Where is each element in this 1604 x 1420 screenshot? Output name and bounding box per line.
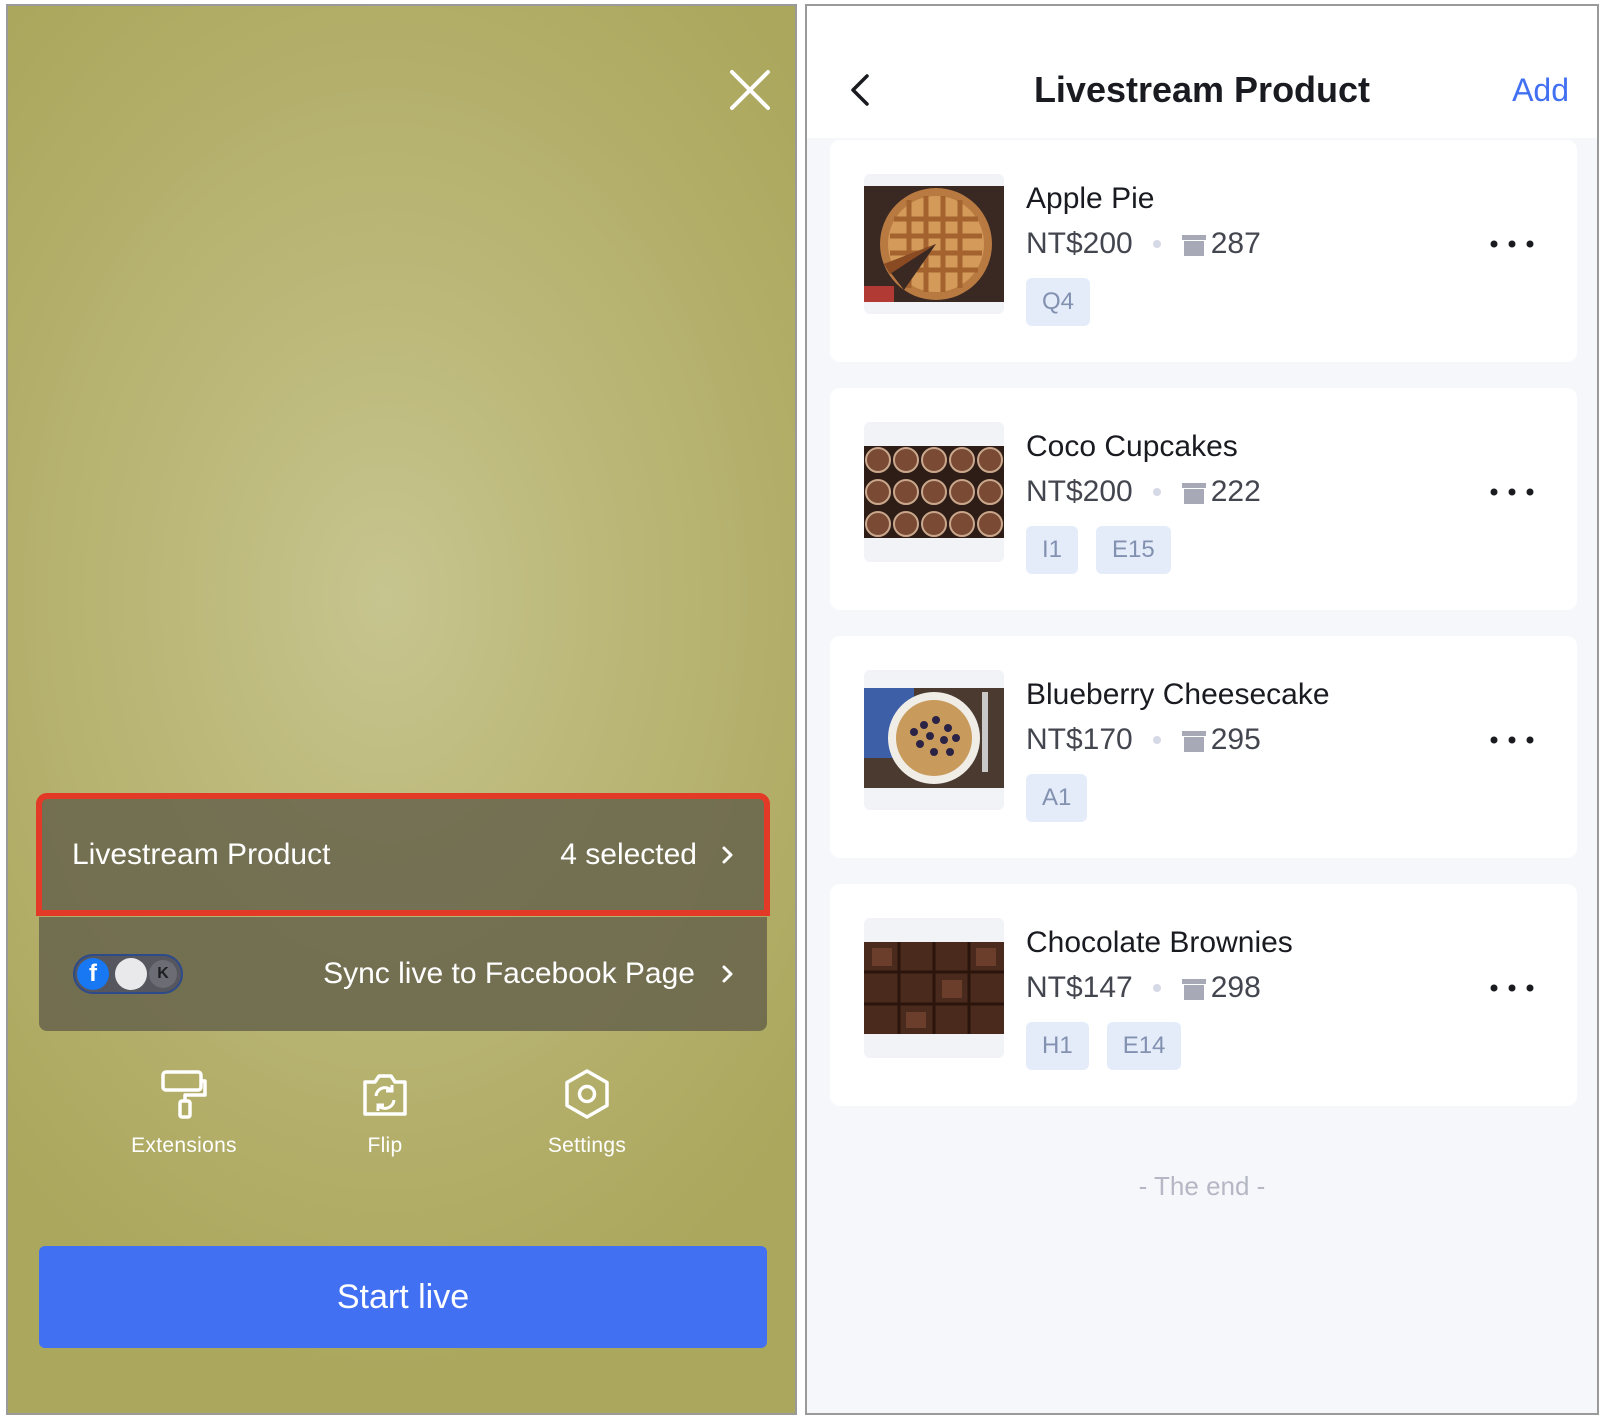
more-horizontal-icon <box>1490 736 1534 744</box>
product-tag: A1 <box>1026 774 1088 822</box>
stock-box-icon <box>1181 979 1206 1000</box>
product-tag: Q4 <box>1026 278 1091 326</box>
product-card[interactable]: Apple Pie NT$200 287 Q4 <box>830 140 1577 362</box>
product-tag: E14 <box>1106 1022 1182 1070</box>
add-button[interactable]: Add <box>1512 72 1569 109</box>
more-horizontal-icon <box>1490 488 1534 496</box>
chocolate-brownies-image <box>864 942 1004 1034</box>
product-thumbnail <box>864 918 1004 1058</box>
more-options-button[interactable] <box>1487 976 1537 1000</box>
product-stock: 298 <box>1210 971 1261 1004</box>
facebook-icon: f <box>77 958 109 990</box>
separator-dot <box>1152 736 1161 744</box>
product-tag: E15 <box>1096 526 1171 574</box>
separator-dot <box>1152 488 1161 496</box>
settings-button[interactable]: Settings <box>507 1068 667 1158</box>
apple-pie-image <box>864 186 1004 302</box>
page-title: Livestream Product <box>1033 69 1371 110</box>
hexagon-settings-icon <box>565 1069 609 1119</box>
extensions-button[interactable]: Extensions <box>104 1068 264 1158</box>
product-name: Apple Pie <box>1026 182 1155 215</box>
product-stock: 295 <box>1210 723 1261 756</box>
sync-facebook-label: Sync live to Facebook Page <box>323 957 695 990</box>
product-stock: 287 <box>1210 227 1261 260</box>
flip-label: Flip <box>367 1134 403 1157</box>
product-stock: 222 <box>1210 475 1261 508</box>
product-name: Coco Cupcakes <box>1026 430 1238 463</box>
more-horizontal-icon <box>1490 240 1534 248</box>
product-card[interactable]: Coco Cupcakes NT$200 222 I1 E15 <box>830 388 1577 610</box>
livestream-product-label: Livestream Product <box>72 837 331 871</box>
price-stock-line: NT$200 222 <box>1026 475 1261 509</box>
end-of-list-text: - The end - <box>1138 1171 1266 1201</box>
coco-cupcakes-image <box>864 446 1004 538</box>
toggle-k-badge: K <box>149 960 177 988</box>
product-tags: H1 E14 <box>1026 1022 1199 1070</box>
price-stock-line: NT$200 287 <box>1026 227 1261 261</box>
more-options-button[interactable] <box>1487 480 1537 504</box>
close-button[interactable] <box>726 66 774 114</box>
sync-facebook-row[interactable]: f K Sync live to Facebook Page <box>39 917 767 1031</box>
more-options-button[interactable] <box>1487 728 1537 752</box>
paint-roller-icon <box>161 1070 207 1119</box>
price-stock-line: NT$170 295 <box>1026 723 1261 757</box>
price-stock-line: NT$147 298 <box>1026 971 1261 1005</box>
product-tags: A1 <box>1026 774 1105 822</box>
toggle-knob <box>115 958 147 990</box>
chevron-right-icon <box>722 965 733 983</box>
live-setup-screen: Livestream Product 4 selected f K Sync l… <box>6 4 797 1415</box>
product-thumbnail <box>864 670 1004 810</box>
stock-box-icon <box>1181 731 1206 752</box>
settings-label: Settings <box>547 1134 627 1157</box>
blueberry-cheesecake-image <box>864 688 1004 788</box>
product-tag: H1 <box>1026 1022 1089 1070</box>
product-price: NT$200 <box>1026 227 1133 260</box>
close-icon <box>730 70 770 110</box>
product-card[interactable]: Chocolate Brownies NT$147 298 H1 E14 <box>830 884 1577 1106</box>
livestream-product-row[interactable]: Livestream Product 4 selected <box>36 793 770 916</box>
start-live-button[interactable]: Start live <box>39 1246 767 1348</box>
chevron-right-icon <box>722 846 733 863</box>
product-price: NT$147 <box>1026 971 1133 1004</box>
product-name: Chocolate Brownies <box>1026 926 1293 959</box>
product-tags: I1 E15 <box>1026 526 1189 574</box>
product-price: NT$170 <box>1026 723 1133 756</box>
product-name: Blueberry Cheesecake <box>1026 678 1330 711</box>
stock-box-icon <box>1181 235 1206 256</box>
product-price: NT$200 <box>1026 475 1133 508</box>
separator-dot <box>1152 984 1161 992</box>
product-tags: Q4 <box>1026 278 1108 326</box>
product-card[interactable]: Blueberry Cheesecake NT$170 295 A1 <box>830 636 1577 858</box>
product-thumbnail <box>864 174 1004 314</box>
flip-button[interactable]: Flip <box>305 1068 465 1158</box>
header: Livestream Product Add <box>807 6 1597 138</box>
extensions-label: Extensions <box>131 1134 237 1157</box>
tool-bar: Extensions Flip Settings <box>8 1068 795 1178</box>
separator-dot <box>1152 240 1161 248</box>
camera-flip-icon <box>363 1074 407 1116</box>
facebook-sync-toggle[interactable]: f K <box>73 954 183 994</box>
selected-count: 4 selected <box>560 837 697 871</box>
more-options-button[interactable] <box>1487 232 1537 256</box>
more-horizontal-icon <box>1490 984 1534 992</box>
product-tag: I1 <box>1026 526 1079 574</box>
product-thumbnail <box>864 422 1004 562</box>
livestream-product-screen: Livestream Product Add Apple Pie NT$200 … <box>805 4 1599 1415</box>
stock-box-icon <box>1181 483 1206 504</box>
